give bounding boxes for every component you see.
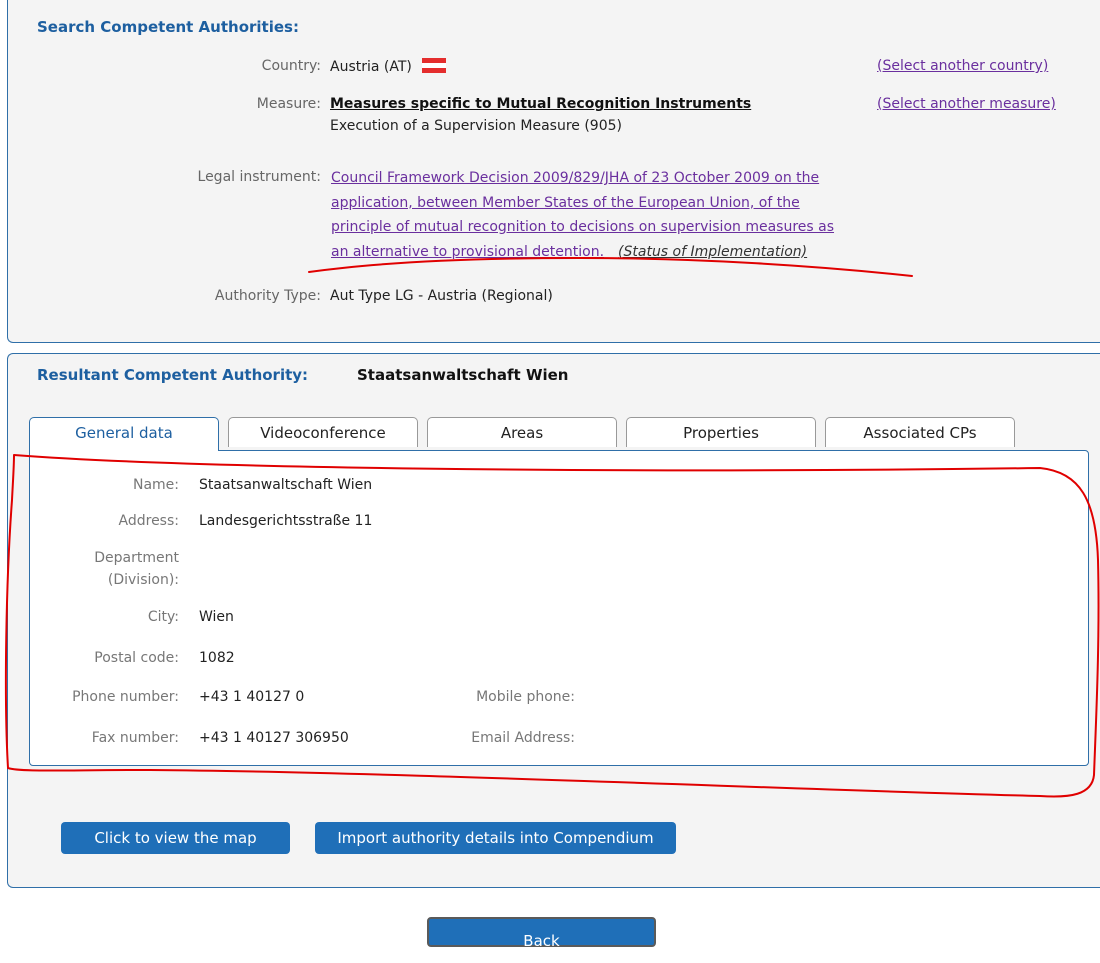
country-name: Austria (AT): [330, 59, 412, 75]
city-label: City:: [147, 609, 179, 625]
authority-type-label: Authority Type:: [214, 288, 321, 304]
result-title: Resultant Competent Authority:: [37, 366, 309, 384]
postal-code-value: 1082: [199, 650, 235, 666]
general-data-content: [29, 450, 1089, 766]
result-authority-name: Staatsanwaltschaft Wien: [357, 366, 569, 384]
tab-videoconference[interactable]: Videoconference: [228, 417, 418, 447]
email-label: Email Address:: [471, 730, 575, 746]
tab-properties[interactable]: Properties: [626, 417, 816, 447]
measure-value[interactable]: Measures specific to Mutual Recognition …: [330, 96, 751, 112]
city-value: Wien: [199, 609, 234, 625]
country-label: Country:: [261, 58, 321, 74]
authority-type-value: Aut Type LG - Austria (Regional): [330, 288, 553, 304]
view-map-button[interactable]: Click to view the map: [61, 822, 290, 854]
import-compendium-button[interactable]: Import authority details into Compendium: [315, 822, 676, 854]
austria-flag-icon: [421, 58, 446, 73]
legal-instrument-text: Council Framework Decision 2009/829/JHA …: [331, 166, 851, 264]
phone-label: Phone number:: [72, 689, 179, 705]
mobile-phone-label: Mobile phone:: [476, 689, 575, 705]
fax-label: Fax number:: [91, 730, 179, 746]
postal-code-label: Postal code:: [94, 650, 179, 666]
department-label-line1: Department: [94, 550, 179, 566]
address-value: Landesgerichtsstraße 11: [199, 513, 373, 529]
phone-value: +43 1 40127 0: [199, 689, 305, 705]
select-measure-link[interactable]: (Select another measure): [877, 96, 1056, 112]
name-label: Name:: [132, 477, 179, 493]
address-label: Address:: [118, 513, 179, 529]
tab-areas[interactable]: Areas: [427, 417, 617, 447]
measure-label: Measure:: [256, 96, 321, 112]
country-value: Austria (AT): [330, 58, 446, 75]
fax-value: +43 1 40127 306950: [199, 730, 349, 746]
status-of-implementation-link[interactable]: (Status of Implementation): [618, 244, 807, 260]
department-label-line2: (Division):: [107, 572, 179, 588]
name-value: Staatsanwaltschaft Wien: [199, 477, 373, 493]
search-title: Search Competent Authorities:: [37, 18, 299, 36]
tab-associated-cps[interactable]: Associated CPs: [825, 417, 1015, 447]
legal-instrument-label: Legal instrument:: [197, 169, 321, 185]
measure-sub: Execution of a Supervision Measure (905): [330, 118, 622, 134]
select-country-link[interactable]: (Select another country): [877, 58, 1048, 74]
tab-general-data[interactable]: General data: [29, 417, 219, 451]
back-button[interactable]: Back: [427, 917, 656, 950]
